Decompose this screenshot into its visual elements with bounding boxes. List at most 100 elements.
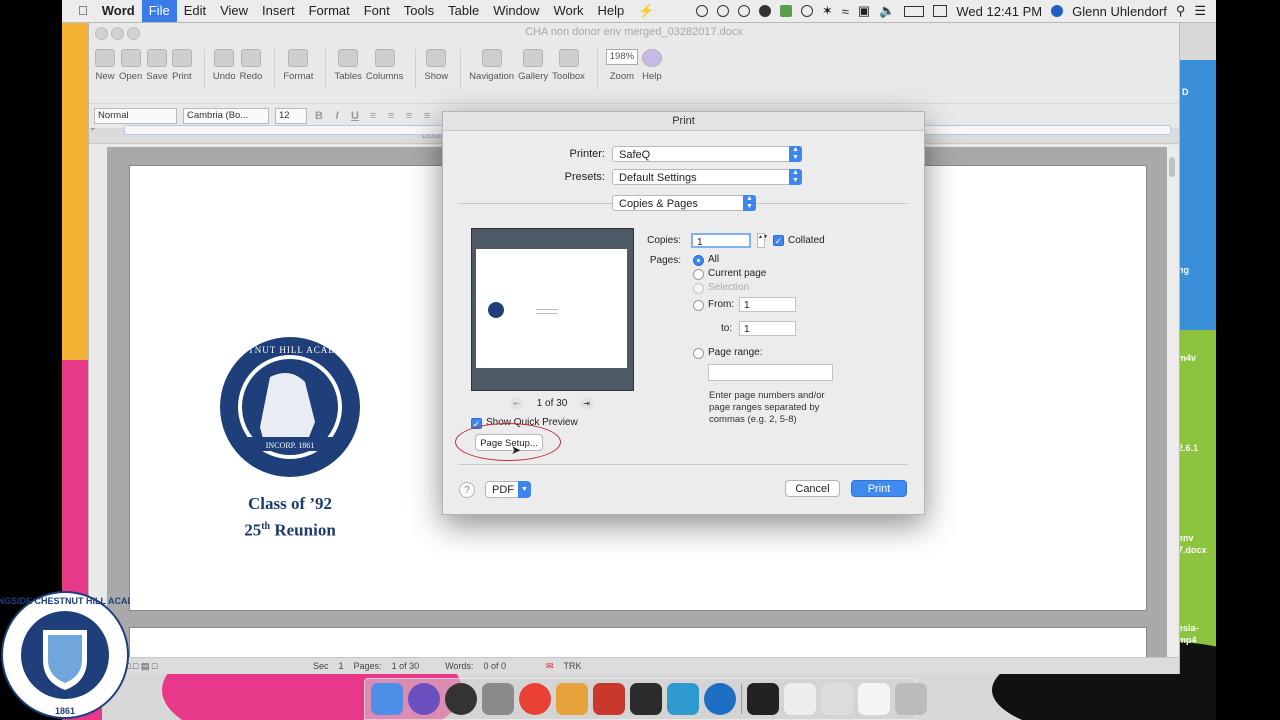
open-button[interactable]: Open [119,45,142,82]
final-cut-icon[interactable] [630,683,662,715]
pages-selection-radio[interactable] [693,283,704,294]
presets-select[interactable]: Default Settings ▲ ▼ [612,169,802,185]
desktop-label[interactable]: 7.docx [1178,544,1207,556]
airplay-icon[interactable]: ▣ [858,3,870,19]
menu-window[interactable]: Window [486,0,546,22]
desktop-label[interactable]: esla- [1178,622,1199,634]
desktop-label[interactable]: env [1178,532,1194,544]
columns-button[interactable]: Columns [366,45,403,82]
desktop-label[interactable]: m4v [1178,352,1196,364]
align-center-icon[interactable]: ≡ [385,110,397,122]
finder-icon[interactable] [371,683,403,715]
dock-item-icon[interactable] [747,683,779,715]
slack-icon[interactable] [556,683,588,715]
undo-button[interactable]: Undo [213,45,236,82]
quicktime-icon[interactable] [704,683,736,715]
menu-insert[interactable]: Insert [255,0,302,22]
save-button[interactable]: Save [146,45,168,82]
dashboard-icon[interactable] [445,683,477,715]
underline-icon[interactable]: U [349,110,361,122]
chrome-icon[interactable] [519,683,551,715]
siri-icon[interactable] [408,683,440,715]
status-icon[interactable] [758,5,771,17]
toolbox-button[interactable]: Toolbox [552,45,585,82]
clock[interactable]: Wed 12:41 PM [956,4,1042,19]
help-button[interactable]: Help [641,45,662,82]
bluetooth-icon[interactable]: ✶ [822,3,833,19]
printer-select[interactable]: SafeQ ▲ ▼ [612,146,802,162]
redo-button[interactable]: Redo [240,45,262,82]
status-icon[interactable] [779,5,792,17]
format-painter-button[interactable]: Format [283,45,313,82]
menu-table[interactable]: Table [441,0,486,22]
page-range-field[interactable] [708,364,833,381]
section-select[interactable]: Copies & Pages ▲ ▼ [612,195,756,211]
tables-button[interactable]: Tables [334,45,362,82]
page-range-radio[interactable] [693,348,704,359]
volume-icon[interactable]: 🔈 [879,3,895,19]
print-button[interactable]: Print [851,480,907,497]
menu-format[interactable]: Format [302,0,357,22]
help-button[interactable]: ? [459,482,475,498]
pages-current-radio[interactable] [693,269,704,280]
italic-icon[interactable]: I [331,110,343,122]
to-page-field[interactable]: 1 [739,321,796,336]
pages-from-radio[interactable] [693,300,704,311]
menu-work[interactable]: Work [546,0,590,22]
status-icon[interactable] [716,5,729,17]
align-right-icon[interactable]: ≡ [403,110,415,122]
cancel-button[interactable]: Cancel [785,480,840,497]
trash-icon[interactable] [895,683,927,715]
new-button[interactable]: New [95,45,115,82]
align-left-icon[interactable]: ≡ [367,110,379,122]
menu-app-word[interactable]: Word [95,0,142,22]
zoom-window-button[interactable] [127,27,140,40]
menu-font[interactable]: Font [357,0,397,22]
pdf-menu-button[interactable]: PDF ▼ [485,481,531,498]
desktop-label[interactable]: D [1182,86,1189,98]
word-processor-icon[interactable] [667,683,699,715]
script-menu-icon[interactable]: ⚡ [631,0,661,22]
copies-stepper[interactable]: ▲▼ [757,233,768,248]
dock-item-icon[interactable] [784,683,816,715]
notification-center-icon[interactable]: ☰ [1194,3,1206,19]
status-icon[interactable] [737,5,750,17]
minimize-window-button[interactable] [111,27,124,40]
font-select[interactable]: Cambria (Bo... [183,108,269,124]
user-avatar-icon[interactable] [1051,5,1064,17]
next-page-icon[interactable]: ⇥ [580,397,593,410]
battery-icon[interactable] [904,5,925,17]
launchpad-icon[interactable] [482,683,514,715]
vertical-scrollbar[interactable] [1167,147,1178,657]
status-icon[interactable] [695,5,708,17]
print-button[interactable]: Print [171,45,192,82]
pages-all-radio[interactable] [693,255,704,266]
menu-edit[interactable]: Edit [177,0,213,22]
scroll-thumb[interactable] [1169,157,1175,177]
status-icon[interactable] [800,5,813,17]
bold-icon[interactable]: B [313,110,325,122]
menu-tools[interactable]: Tools [397,0,441,22]
view-buttons[interactable]: □ □ ▤ □ [125,661,185,672]
style-select[interactable]: Normal [94,108,177,124]
menu-view[interactable]: View [213,0,255,22]
collated-checkbox[interactable]: ✓ [773,235,784,246]
previous-page-icon[interactable]: ⇤ [510,397,523,410]
document-page[interactable] [129,627,1147,659]
justify-icon[interactable]: ≡ [421,110,433,122]
track-changes-indicator[interactable]: TRK [564,661,582,671]
spelling-icon[interactable]: ✉ [546,661,554,672]
dock-item-icon[interactable] [821,683,853,715]
display-icon[interactable] [933,5,948,17]
close-window-button[interactable] [95,27,108,40]
menu-file[interactable]: File [141,0,177,22]
navigation-button[interactable]: Navigation [469,45,514,82]
dock-item-icon[interactable] [858,683,890,715]
desktop-label[interactable]: 2.6.1 [1178,442,1198,454]
gallery-button[interactable]: Gallery [518,45,548,82]
menu-help[interactable]: Help [591,0,632,22]
tab-stop-selector[interactable]: ⌜ [91,127,105,139]
apple-icon[interactable]:  [62,0,95,22]
user-name[interactable]: Glenn Uhlendorf [1072,4,1167,19]
zoom-field[interactable]: 198% [605,49,638,65]
